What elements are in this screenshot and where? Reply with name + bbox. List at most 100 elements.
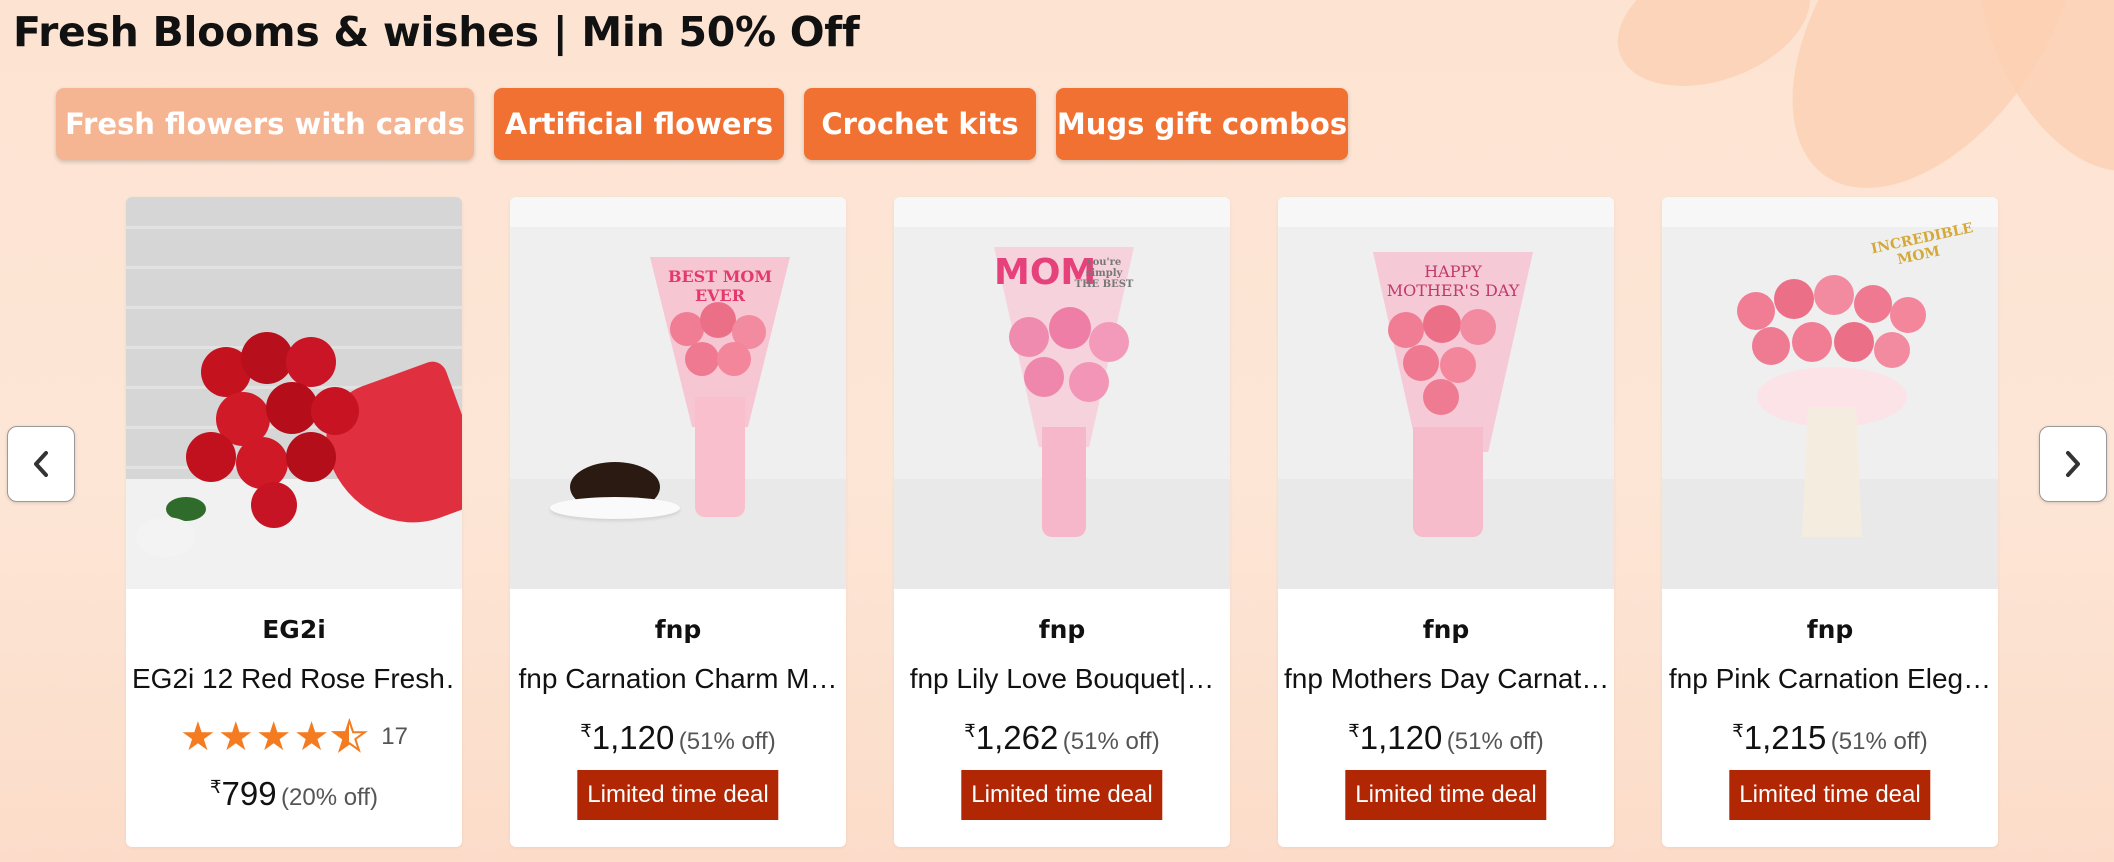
limited-time-deal-badge: Limited time deal xyxy=(577,770,779,820)
carnation xyxy=(1774,279,1814,319)
price-amount: 1,215 xyxy=(1743,719,1827,756)
table-surface xyxy=(510,479,846,589)
product-brand: fnp xyxy=(1422,615,1470,644)
rose xyxy=(286,432,336,482)
carnation xyxy=(1460,309,1496,345)
product-title[interactable]: fnp Mothers Day Carnat… xyxy=(1284,663,1608,695)
product-card[interactable]: HAPPY MOTHER'S DAY fnp fnp Mothers Day C… xyxy=(1278,197,1614,847)
product-price: ₹1,120 (51% off) xyxy=(510,719,846,757)
product-brand: fnp xyxy=(1806,615,1854,644)
image-top-strip xyxy=(894,197,1230,227)
discount-text: (20% off) xyxy=(281,784,378,811)
product-title[interactable]: EG2i 12 Red Rose Fresh… xyxy=(132,663,456,695)
carnation xyxy=(1874,332,1910,368)
lily xyxy=(1024,357,1064,397)
product-price: ₹1,262 (51% off) xyxy=(894,719,1230,757)
carnation xyxy=(670,312,704,346)
product-image[interactable]: BEST MOM EVER xyxy=(510,197,846,589)
discount-text: (51% off) xyxy=(678,728,776,755)
currency-symbol: ₹ xyxy=(1732,721,1744,741)
product-title[interactable]: fnp Carnation Charm M… xyxy=(516,663,840,695)
card-note: BEST MOM EVER xyxy=(667,267,773,305)
chevron-left-icon xyxy=(34,451,48,477)
bouquet-stem-wrap xyxy=(1042,427,1086,537)
price-amount: 1,120 xyxy=(1359,719,1443,756)
product-brand: fnp xyxy=(654,615,702,644)
carnation xyxy=(700,302,736,338)
category-chips: Fresh flowers with cards Artificial flow… xyxy=(56,88,1348,160)
product-image[interactable] xyxy=(126,197,462,589)
limited-time-deal-badge: Limited time deal xyxy=(1345,770,1547,820)
carnation xyxy=(685,342,719,376)
product-image[interactable]: HAPPY MOTHER'S DAY xyxy=(1278,197,1614,589)
currency-symbol: ₹ xyxy=(1348,721,1360,741)
price-amount: 799 xyxy=(221,775,277,812)
carnation xyxy=(1403,345,1439,381)
image-top-strip xyxy=(1278,197,1614,227)
product-image[interactable]: INCREDIBLE MOM xyxy=(1662,197,1998,589)
product-brand: fnp xyxy=(1038,615,1086,644)
chip-artificial-flowers[interactable]: Artificial flowers xyxy=(494,88,784,160)
rose xyxy=(186,432,236,482)
card-note: MOM xyxy=(994,252,1097,293)
star-full-icon: ★ xyxy=(293,714,330,760)
discount-text: (51% off) xyxy=(1062,728,1160,755)
product-rating[interactable]: ★ ★ ★ ★ ★ 17 xyxy=(126,714,462,760)
lily xyxy=(1009,317,1049,357)
gypsophila xyxy=(136,517,196,557)
product-card[interactable]: BEST MOM EVER fnp fnp Carnation Charm M…… xyxy=(510,197,846,847)
star-full-icon: ★ xyxy=(180,714,216,760)
rose xyxy=(236,437,288,489)
carnation xyxy=(1423,379,1459,415)
carnation xyxy=(1792,322,1832,362)
carousel-next-button[interactable] xyxy=(2039,426,2107,502)
chevron-right-icon xyxy=(2066,451,2080,477)
chip-fresh-flowers-with-cards[interactable]: Fresh flowers with cards xyxy=(56,88,474,160)
limited-time-deal-badge: Limited time deal xyxy=(961,770,1163,820)
carnation xyxy=(1440,347,1476,383)
carnation xyxy=(1890,297,1926,333)
carnation xyxy=(1423,305,1461,343)
card-note-subtext: you're simply THE BEST xyxy=(1074,257,1134,290)
bouquet-stem-wrap xyxy=(1802,407,1862,537)
product-card[interactable]: INCREDIBLE MOM fnp fnp Pink Carnation El… xyxy=(1662,197,1998,847)
chip-crochet-kits[interactable]: Crochet kits xyxy=(804,88,1036,160)
rose xyxy=(311,387,359,435)
star-full-icon: ★ xyxy=(217,714,254,760)
discount-text: (51% off) xyxy=(1830,728,1928,755)
currency-symbol: ₹ xyxy=(210,777,222,797)
product-title[interactable]: fnp Pink Carnation Eleg… xyxy=(1668,663,1992,695)
carnation xyxy=(1814,275,1854,315)
product-price: ₹799 (20% off) xyxy=(126,775,462,813)
product-image[interactable]: MOM you're simply THE BEST xyxy=(894,197,1230,589)
star-full-icon: ★ xyxy=(255,714,292,760)
carnation xyxy=(1752,327,1790,365)
carnation xyxy=(717,342,751,376)
limited-time-deal-badge: Limited time deal xyxy=(1729,770,1931,820)
currency-symbol: ₹ xyxy=(964,721,976,741)
lily xyxy=(1089,322,1129,362)
price-amount: 1,120 xyxy=(591,719,675,756)
image-top-strip xyxy=(1662,197,1998,227)
product-card[interactable]: MOM you're simply THE BEST fnp fnp Lily … xyxy=(894,197,1230,847)
star-half-icon: ★ xyxy=(330,714,368,760)
product-card[interactable]: EG2i EG2i 12 Red Rose Fresh… ★ ★ ★ ★ ★ 1… xyxy=(126,197,462,847)
bouquet-stem-wrap xyxy=(1413,427,1483,537)
product-title[interactable]: fnp Lily Love Bouquet|… xyxy=(900,663,1224,695)
image-top-strip xyxy=(510,197,846,227)
chip-mugs-gift-combos[interactable]: Mugs gift combos xyxy=(1056,88,1348,160)
rating-count: 17 xyxy=(381,723,408,750)
card-note: HAPPY MOTHER'S DAY xyxy=(1386,262,1520,300)
product-brand: EG2i xyxy=(262,615,326,644)
rose xyxy=(251,482,297,528)
product-price: ₹1,215 (51% off) xyxy=(1662,719,1998,757)
bouquet-stem-wrap xyxy=(695,397,745,517)
discount-text: (51% off) xyxy=(1446,728,1544,755)
currency-symbol: ₹ xyxy=(580,721,592,741)
carnation xyxy=(1388,312,1424,348)
carnation xyxy=(1834,322,1874,362)
carnation xyxy=(1737,292,1775,330)
price-amount: 1,262 xyxy=(975,719,1059,756)
product-carousel: EG2i EG2i 12 Red Rose Fresh… ★ ★ ★ ★ ★ 1… xyxy=(126,197,1998,847)
carousel-prev-button[interactable] xyxy=(7,426,75,502)
